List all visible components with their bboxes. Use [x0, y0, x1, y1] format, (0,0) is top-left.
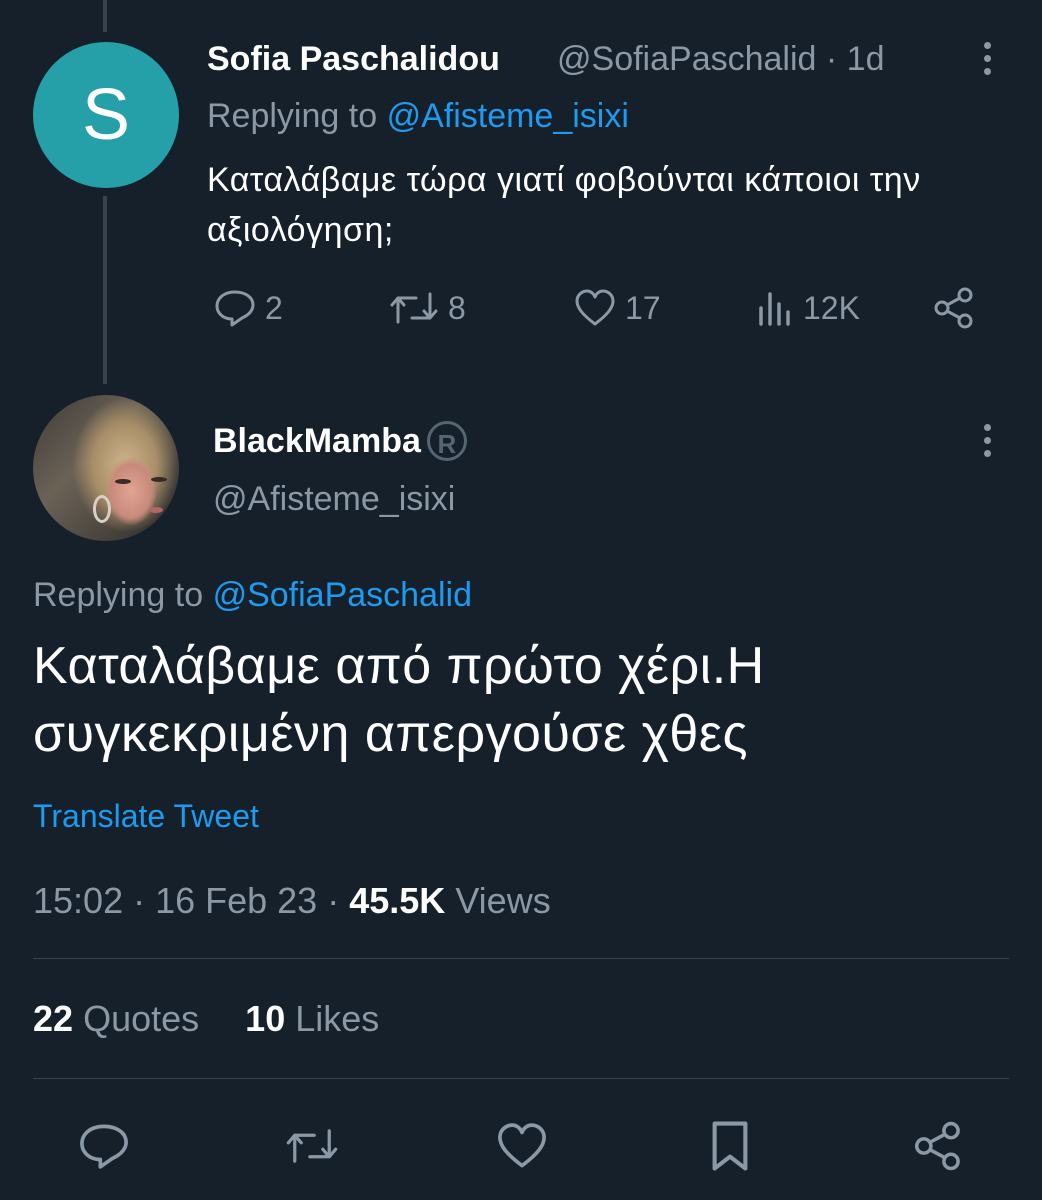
tweet-meta: 15:02 · 16 Feb 23 · 45.5K Views: [33, 880, 551, 922]
replying-to-label: Replying to: [207, 97, 378, 135]
views-count: 12K: [803, 289, 860, 326]
replying-to-handle[interactable]: @SofiaPaschalid: [213, 576, 472, 614]
more-icon[interactable]: [980, 42, 994, 81]
views-count: 45.5K: [349, 880, 446, 921]
likes-count: 10: [245, 998, 286, 1039]
views-label: Views: [455, 880, 551, 921]
retweet-count: 8: [448, 289, 466, 326]
replying-to: Replying to @SofiaPaschalid: [33, 576, 472, 615]
author-name-row[interactable]: BlackMamba R: [213, 421, 467, 461]
tweet-stats: 22 Quotes 10 Likes: [33, 998, 379, 1040]
replying-to-label: Replying to: [33, 576, 204, 614]
translate-tweet-link[interactable]: Translate Tweet: [33, 798, 259, 835]
author-handle-text[interactable]: @SofiaPaschalid: [557, 40, 816, 78]
bookmark-button[interactable]: [702, 1118, 758, 1174]
author-handle[interactable]: @Afisteme_isixi: [213, 480, 455, 519]
replying-to: Replying to @Afisteme_isixi: [207, 97, 629, 136]
registered-badge-icon: R: [426, 421, 467, 461]
quotes-count: 22: [33, 998, 74, 1039]
thread-line-top: [103, 0, 107, 32]
reply-button[interactable]: [76, 1118, 132, 1174]
divider: [33, 1078, 1009, 1079]
likes-label: Likes: [295, 998, 380, 1039]
more-icon[interactable]: [980, 424, 994, 463]
retweet-icon: [390, 292, 438, 324]
avatar[interactable]: S: [33, 42, 179, 188]
quotes-stat[interactable]: 22 Quotes: [33, 998, 209, 1039]
retweet-icon: [286, 1129, 338, 1163]
like-button[interactable]: 17: [573, 286, 661, 330]
reply-button[interactable]: 2: [213, 286, 283, 330]
author-name[interactable]: Sofia Paschalidou: [207, 40, 500, 79]
author-handle[interactable]: @SofiaPaschalid · 1d: [557, 40, 884, 79]
like-icon: [498, 1123, 546, 1168]
tweet-text: Καταλάβαμε τώρα γιατί φοβούνται κάποιοι …: [207, 161, 921, 249]
reply-icon: [215, 290, 255, 327]
timestamp[interactable]: 15:02 · 16 Feb 23 ·: [33, 880, 339, 921]
quotes-label: Quotes: [83, 998, 200, 1039]
thread-line-bottom: [103, 196, 107, 384]
bookmark-icon: [712, 1121, 748, 1171]
avatar[interactable]: [33, 395, 179, 541]
reply-count: 2: [265, 289, 283, 326]
like-count: 17: [625, 289, 661, 326]
views-button[interactable]: 12K: [755, 286, 860, 330]
likes-stat[interactable]: 10 Likes: [245, 998, 379, 1039]
share-icon: [934, 287, 973, 329]
views-icon: [759, 292, 790, 326]
divider: [33, 958, 1009, 959]
retweet-button[interactable]: 8: [388, 286, 466, 330]
reply-icon: [80, 1124, 128, 1169]
share-button[interactable]: [910, 1118, 966, 1174]
like-icon: [575, 289, 615, 326]
author-name[interactable]: BlackMamba: [213, 422, 421, 461]
replying-to-handle[interactable]: @Afisteme_isixi: [387, 97, 629, 135]
time-ago: · 1d: [825, 40, 885, 78]
share-icon: [914, 1121, 960, 1171]
retweet-button[interactable]: [284, 1118, 340, 1174]
share-button[interactable]: [932, 286, 976, 330]
tweet-text: Καταλάβαμε από πρώτο χέρι.Η συγκεκριμένη…: [33, 637, 765, 763]
like-button[interactable]: [494, 1118, 550, 1174]
